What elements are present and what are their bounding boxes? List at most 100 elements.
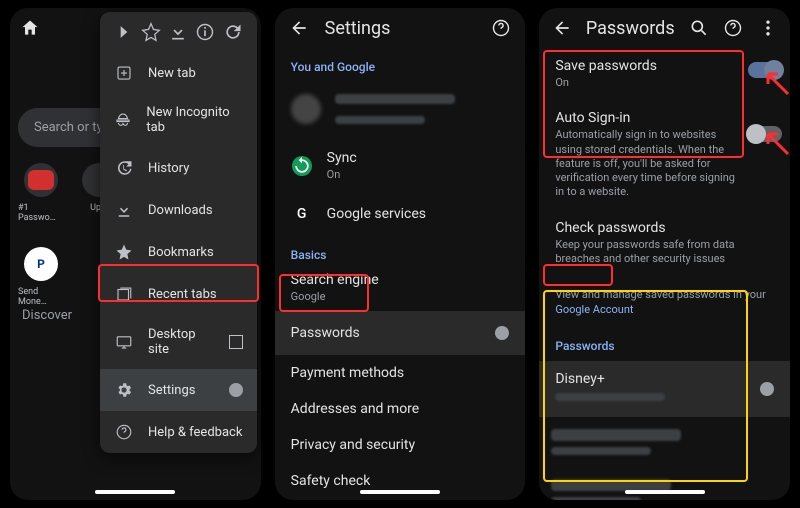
- menu-desktop-site[interactable]: Desktop site: [100, 316, 257, 368]
- forward-icon[interactable]: [112, 20, 136, 44]
- more-icon[interactable]: [758, 16, 778, 40]
- settings-sub: View and manage saved passwords in your …: [555, 288, 774, 317]
- loading-indicator-icon: [760, 382, 774, 396]
- settings-sub: Automatically sign in to websites using …: [555, 128, 740, 199]
- menu-history[interactable]: History: [100, 147, 257, 189]
- menu-help[interactable]: Help & feedback: [100, 411, 257, 453]
- phone-settings: Settings You and Google Sync On G Google …: [275, 8, 526, 500]
- shortcut-paypal[interactable]: PSend Mone…: [18, 247, 64, 307]
- back-icon[interactable]: [551, 16, 571, 40]
- phone-browser-menu: G Search or type w #1 Passwo… Upw Act PS…: [10, 8, 261, 500]
- section-you-and-google: You and Google: [275, 48, 526, 78]
- settings-sync[interactable]: Sync On: [275, 140, 526, 192]
- settings-addresses[interactable]: Addresses and more: [275, 391, 526, 427]
- menu-label: Bookmarks: [148, 245, 214, 260]
- settings-privacy[interactable]: Privacy and security: [275, 427, 526, 463]
- settings-label: Safety check: [291, 473, 510, 489]
- passwords-content: Save passwords On Auto Sign-in Automatical…: [539, 48, 790, 500]
- help-icon[interactable]: [723, 16, 743, 40]
- star-icon: [114, 242, 134, 262]
- menu-label: History: [148, 161, 189, 176]
- menu-label: Downloads: [148, 203, 213, 218]
- menu-settings[interactable]: Settings: [100, 369, 257, 411]
- passwords-topbar: Passwords: [539, 8, 790, 48]
- saved-password-disney[interactable]: Disney+: [539, 361, 790, 417]
- search-icon[interactable]: [689, 16, 709, 40]
- home-icon[interactable]: [18, 16, 42, 40]
- settings-label: Auto Sign-in: [555, 110, 740, 126]
- check-passwords-row[interactable]: Check passwords Keep your passwords safe …: [539, 210, 790, 277]
- menu-label: Help & feedback: [148, 425, 242, 440]
- settings-label: Sync: [327, 150, 510, 166]
- history-icon: [114, 158, 134, 178]
- info-icon[interactable]: [193, 20, 217, 44]
- menu-label: New Incognito tab: [146, 105, 242, 135]
- settings-sub: Google: [291, 290, 510, 304]
- google-account-link[interactable]: Google Account: [555, 303, 633, 316]
- menu-label: Settings: [148, 383, 215, 398]
- menu-top-actions: [100, 12, 257, 52]
- recent-tabs-icon: [114, 284, 134, 304]
- settings-payment[interactable]: Payment methods: [275, 355, 526, 391]
- settings-label: Payment methods: [291, 365, 510, 381]
- star-icon[interactable]: [139, 20, 163, 44]
- download-icon[interactable]: [166, 20, 190, 44]
- account-row[interactable]: [275, 78, 526, 140]
- view-manage-row[interactable]: View and manage saved passwords in your …: [539, 276, 790, 327]
- incognito-icon: [114, 110, 132, 130]
- settings-label: Addresses and more: [291, 401, 510, 417]
- shortcut-1password[interactable]: #1 Passwo…: [18, 163, 64, 223]
- menu-recent-tabs[interactable]: Recent tabs: [100, 273, 257, 315]
- saved-password-item[interactable]: [539, 417, 790, 467]
- settings-label: Check passwords: [555, 220, 774, 236]
- shortcut-label: Send Mone…: [18, 287, 64, 307]
- section-passwords: Passwords: [539, 327, 790, 357]
- sync-icon: [292, 156, 312, 176]
- settings-passwords[interactable]: Passwords: [275, 311, 526, 355]
- settings-label: Save passwords: [555, 58, 740, 74]
- menu-label: Desktop site: [148, 327, 215, 357]
- shortcut-label: #1 Passwo…: [18, 203, 64, 223]
- google-g-icon: G: [297, 206, 307, 222]
- settings-google-services[interactable]: G Google services: [275, 192, 526, 236]
- plus-box-icon: [114, 63, 134, 83]
- help-icon[interactable]: [489, 16, 513, 40]
- settings-label: Search engine: [291, 272, 510, 288]
- back-icon[interactable]: [287, 16, 311, 40]
- download-icon: [114, 200, 134, 220]
- loading-indicator-icon: [229, 383, 243, 397]
- menu-downloads[interactable]: Downloads: [100, 189, 257, 231]
- gesture-handle: [625, 490, 705, 494]
- auto-signin-row[interactable]: Auto Sign-in Automatically sign in to web…: [539, 100, 790, 209]
- saved-password-item[interactable]: [539, 467, 790, 500]
- checkbox-icon[interactable]: [229, 335, 243, 349]
- menu-label: New tab: [148, 66, 196, 81]
- settings-label: Passwords: [291, 325, 482, 341]
- settings-search-engine[interactable]: Search engine Google: [275, 266, 526, 310]
- menu-label: Recent tabs: [148, 287, 217, 302]
- settings-sub: On: [555, 76, 740, 90]
- phone-passwords: Passwords Save passwordsOn Auto Sign-inA…: [539, 8, 790, 500]
- page-title: Settings: [325, 18, 476, 39]
- gesture-handle: [360, 490, 440, 494]
- settings-label: Google services: [327, 206, 510, 222]
- saved-passwords-list: Disney+: [539, 361, 790, 500]
- settings-sub: On: [327, 168, 510, 182]
- gear-icon: [114, 380, 134, 400]
- refresh-icon[interactable]: [221, 20, 245, 44]
- settings-sub: Keep your passwords safe from data breac…: [555, 238, 774, 267]
- menu-new-tab[interactable]: New tab: [100, 52, 257, 94]
- settings-label: Privacy and security: [291, 437, 510, 453]
- page-title: Passwords: [586, 18, 675, 39]
- menu-incognito[interactable]: New Incognito tab: [100, 94, 257, 146]
- avatar: [291, 94, 321, 124]
- settings-content: You and Google SyncOn G Google services …: [275, 48, 526, 500]
- help-icon: [114, 422, 134, 442]
- auto-signin-toggle[interactable]: [748, 126, 782, 142]
- discover-label: Discover: [22, 308, 72, 323]
- menu-bookmarks[interactable]: Bookmarks: [100, 231, 257, 273]
- section-basics: Basics: [275, 236, 526, 266]
- settings-notifications[interactable]: Notifications: [275, 499, 526, 500]
- save-passwords-toggle[interactable]: [748, 62, 782, 78]
- overflow-menu: New tab New Incognito tab History Downlo…: [100, 12, 257, 453]
